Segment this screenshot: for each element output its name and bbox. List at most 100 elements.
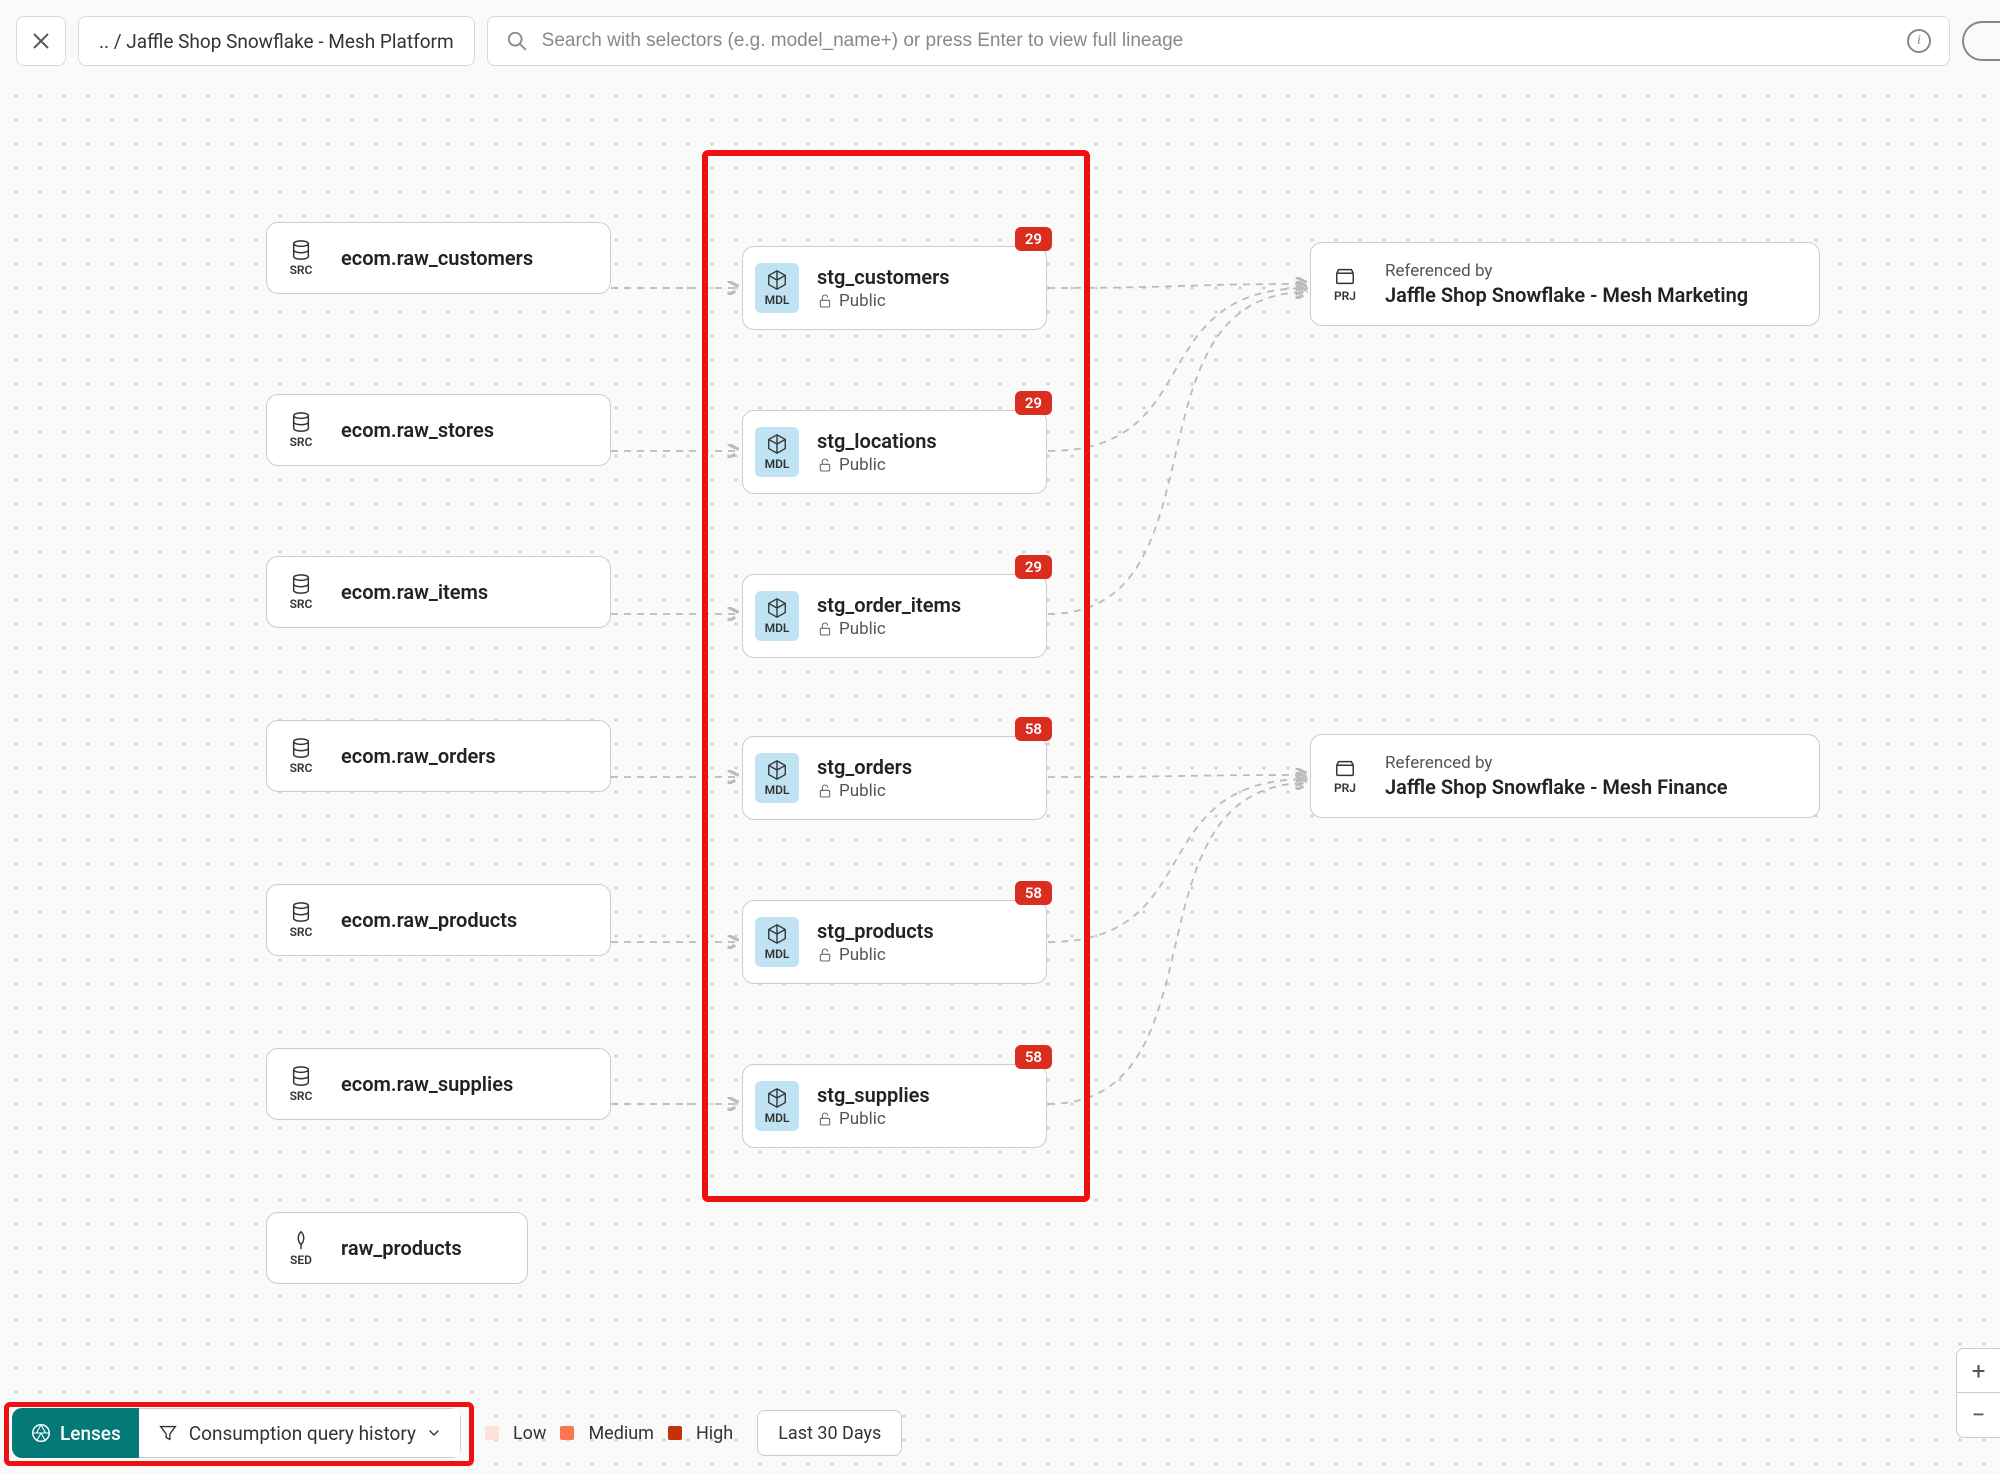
node-model-stg-customers[interactable]: 29 MDL stg_customers Public xyxy=(742,246,1047,330)
unlock-icon xyxy=(817,621,833,637)
zoom-out-button[interactable]: − xyxy=(1957,1393,2000,1437)
node-model-stg-supplies[interactable]: 58 MDL stg_supplies Public xyxy=(742,1064,1047,1148)
node-title: raw_products xyxy=(341,1236,462,1260)
legend-swatch-high xyxy=(668,1426,682,1440)
referenced-by-label: Referenced by xyxy=(1385,261,1748,281)
database-icon xyxy=(290,239,312,261)
legend-swatch-low xyxy=(485,1426,499,1440)
node-access: Public xyxy=(817,455,937,475)
unlock-icon xyxy=(817,293,833,309)
node-project-marketing[interactable]: PRJ Referenced by Jaffle Shop Snowflake … xyxy=(1310,242,1820,326)
unlock-icon xyxy=(817,783,833,799)
project-icon xyxy=(1334,757,1356,779)
time-range-button[interactable]: Last 30 Days xyxy=(757,1410,902,1456)
node-access: Public xyxy=(817,291,950,311)
unlock-icon xyxy=(817,1111,833,1127)
node-title: stg_products xyxy=(817,919,934,943)
node-type-badge: MDL xyxy=(755,1081,799,1131)
node-type-badge: MDL xyxy=(755,917,799,967)
side-toggle[interactable] xyxy=(1962,21,2000,61)
node-title: Jaffle Shop Snowflake - Mesh Finance xyxy=(1385,775,1728,799)
cube-icon xyxy=(766,1087,788,1109)
query-count-badge: 58 xyxy=(1015,1045,1052,1069)
query-count-badge: 29 xyxy=(1015,555,1052,579)
search-icon xyxy=(506,30,528,52)
node-title: stg_supplies xyxy=(817,1083,930,1107)
node-model-stg-products[interactable]: 58 MDL stg_products Public xyxy=(742,900,1047,984)
node-source-raw-products[interactable]: SRC ecom.raw_products xyxy=(266,884,611,956)
node-type-badge: SRC xyxy=(279,573,323,611)
node-type-badge: MDL xyxy=(755,753,799,803)
node-seed-raw-products[interactable]: SED raw_products xyxy=(266,1212,528,1284)
lenses-button[interactable]: Lenses xyxy=(12,1408,139,1458)
query-count-badge: 58 xyxy=(1015,717,1052,741)
database-icon xyxy=(290,737,312,759)
node-type-badge: SRC xyxy=(279,411,323,449)
node-type-badge: SRC xyxy=(279,239,323,277)
node-source-raw-orders[interactable]: SRC ecom.raw_orders xyxy=(266,720,611,792)
filter-settings-icon xyxy=(157,1422,179,1444)
query-count-badge: 29 xyxy=(1015,227,1052,251)
node-type-badge: SRC xyxy=(279,1065,323,1103)
cube-icon xyxy=(766,269,788,291)
database-icon xyxy=(290,901,312,923)
node-access: Public xyxy=(817,619,961,639)
legend-swatch-medium xyxy=(560,1426,574,1440)
node-title: ecom.raw_products xyxy=(341,908,517,932)
aperture-icon xyxy=(30,1422,52,1444)
info-icon[interactable]: i xyxy=(1907,29,1931,53)
query-count-badge: 58 xyxy=(1015,881,1052,905)
close-button[interactable] xyxy=(16,16,66,66)
database-icon xyxy=(290,411,312,433)
lens-selected-label: Consumption query history xyxy=(189,1422,416,1445)
breadcrumb-text: .. / Jaffle Shop Snowflake - Mesh Platfo… xyxy=(99,30,454,53)
node-access: Public xyxy=(817,1109,930,1129)
node-project-finance[interactable]: PRJ Referenced by Jaffle Shop Snowflake … xyxy=(1310,734,1820,818)
node-access: Public xyxy=(817,781,912,801)
breadcrumb[interactable]: .. / Jaffle Shop Snowflake - Mesh Platfo… xyxy=(78,16,475,66)
node-title: stg_order_items xyxy=(817,593,961,617)
node-type-badge: PRJ xyxy=(1323,265,1367,303)
node-title: ecom.raw_customers xyxy=(341,246,533,270)
node-model-stg-orders[interactable]: 58 MDL stg_orders Public xyxy=(742,736,1047,820)
node-model-stg-locations[interactable]: 29 MDL stg_locations Public xyxy=(742,410,1047,494)
unlock-icon xyxy=(817,457,833,473)
node-title: ecom.raw_items xyxy=(341,580,488,604)
node-type-badge: PRJ xyxy=(1323,757,1367,795)
cube-icon xyxy=(766,597,788,619)
chevron-down-icon xyxy=(426,1425,442,1441)
search-bar[interactable]: i xyxy=(487,16,1950,66)
node-type-badge: MDL xyxy=(755,591,799,641)
zoom-controls: + − xyxy=(1956,1348,2000,1438)
node-type-badge: MDL xyxy=(755,427,799,477)
close-icon xyxy=(30,30,52,52)
search-input[interactable] xyxy=(542,30,1893,52)
zoom-in-button[interactable]: + xyxy=(1957,1349,2000,1393)
referenced-by-label: Referenced by xyxy=(1385,753,1728,773)
node-model-stg-order-items[interactable]: 29 MDL stg_order_items Public xyxy=(742,574,1047,658)
node-source-raw-stores[interactable]: SRC ecom.raw_stores xyxy=(266,394,611,466)
lenses-label: Lenses xyxy=(60,1422,121,1445)
node-title: ecom.raw_supplies xyxy=(341,1072,513,1096)
cube-icon xyxy=(766,759,788,781)
node-source-raw-customers[interactable]: SRC ecom.raw_customers xyxy=(266,222,611,294)
query-count-badge: 29 xyxy=(1015,391,1052,415)
seed-icon xyxy=(290,1229,312,1251)
node-source-raw-items[interactable]: SRC ecom.raw_items xyxy=(266,556,611,628)
cube-icon xyxy=(766,923,788,945)
project-icon xyxy=(1334,265,1356,287)
database-icon xyxy=(290,1065,312,1087)
node-type-badge: SED xyxy=(279,1229,323,1267)
node-title: stg_customers xyxy=(817,265,950,289)
node-title: stg_locations xyxy=(817,429,937,453)
node-title: Jaffle Shop Snowflake - Mesh Marketing xyxy=(1385,283,1748,307)
node-type-badge: SRC xyxy=(279,901,323,939)
node-title: stg_orders xyxy=(817,755,912,779)
unlock-icon xyxy=(817,947,833,963)
node-access: Public xyxy=(817,945,934,965)
database-icon xyxy=(290,573,312,595)
node-title: ecom.raw_orders xyxy=(341,744,496,768)
lens-dropdown[interactable]: Consumption query history xyxy=(139,1408,461,1458)
node-title: ecom.raw_stores xyxy=(341,418,494,442)
node-source-raw-supplies[interactable]: SRC ecom.raw_supplies xyxy=(266,1048,611,1120)
